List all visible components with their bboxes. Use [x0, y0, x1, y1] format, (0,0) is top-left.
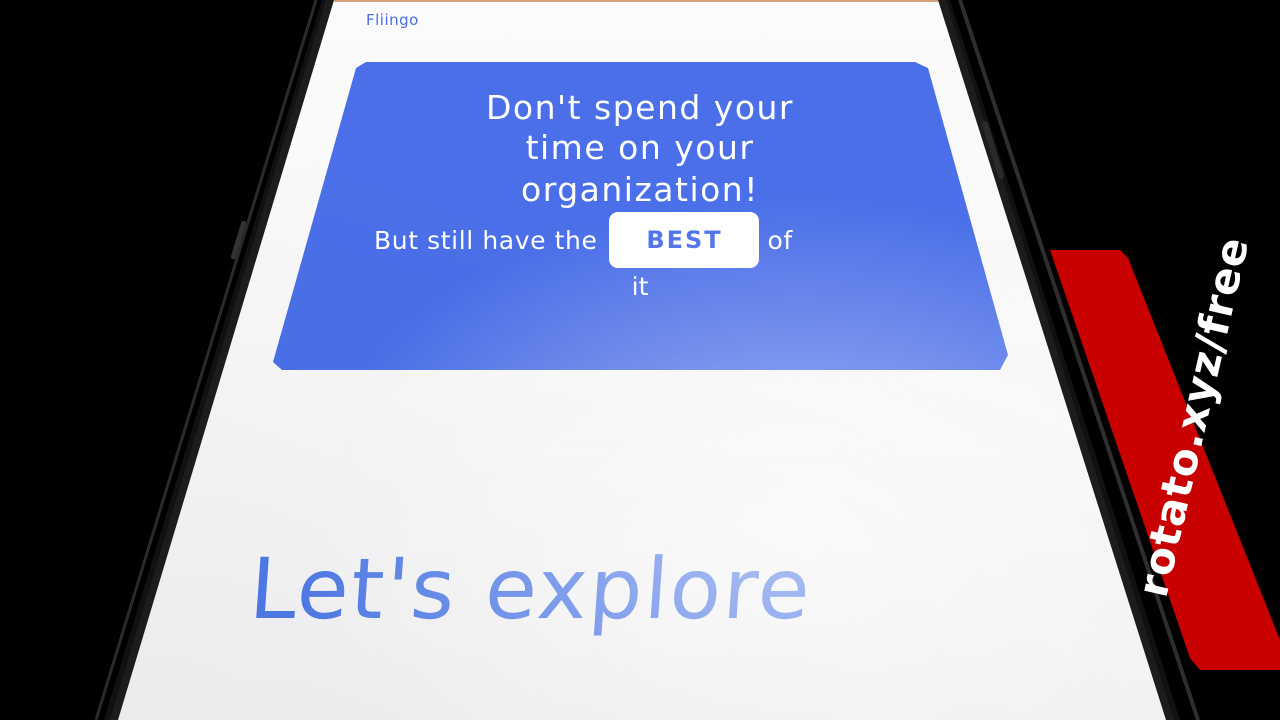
hero-subtitle-text: But still have the	[374, 225, 598, 255]
hero-title-line-3: organization!	[521, 170, 759, 209]
hero-title-line-1: Don't spend your	[485, 88, 794, 127]
hero-subtitle-of: of	[767, 225, 793, 255]
hero-subtitle-end: it	[631, 272, 649, 301]
main-heading: Let's explore	[246, 540, 816, 638]
hero-subtitle: But still have the BEST of	[374, 212, 793, 268]
status-strip	[334, 0, 938, 2]
app-brand[interactable]: Fliingo	[366, 11, 419, 29]
best-badge: BEST	[609, 212, 760, 268]
hero-title-line-2: time on your	[525, 128, 755, 167]
stage: Fliingo Don't spend your time on your or…	[0, 0, 1280, 720]
